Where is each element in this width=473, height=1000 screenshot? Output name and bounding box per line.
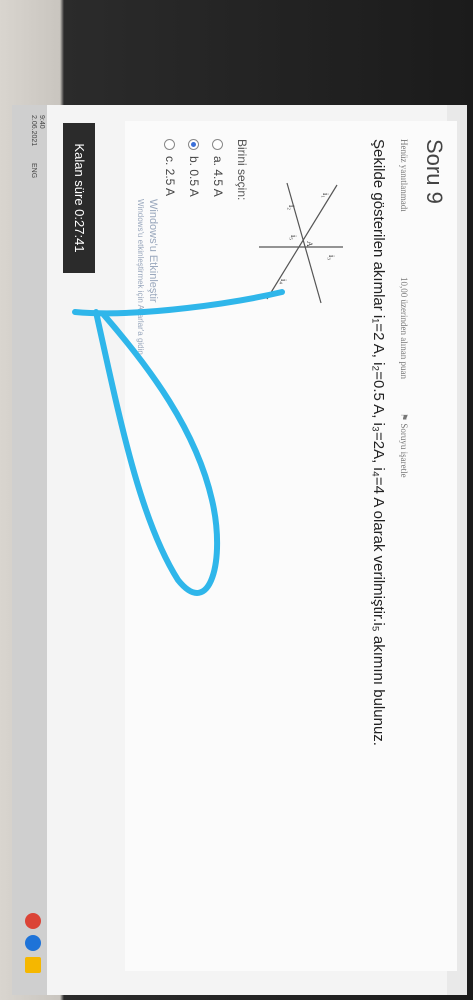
pen-annotation (72, 289, 285, 596)
annotation-stroke (72, 289, 285, 596)
monitor-screen: Soru 9 Henüz yanıtlanmadı 10,00 üzerinde… (12, 105, 467, 995)
